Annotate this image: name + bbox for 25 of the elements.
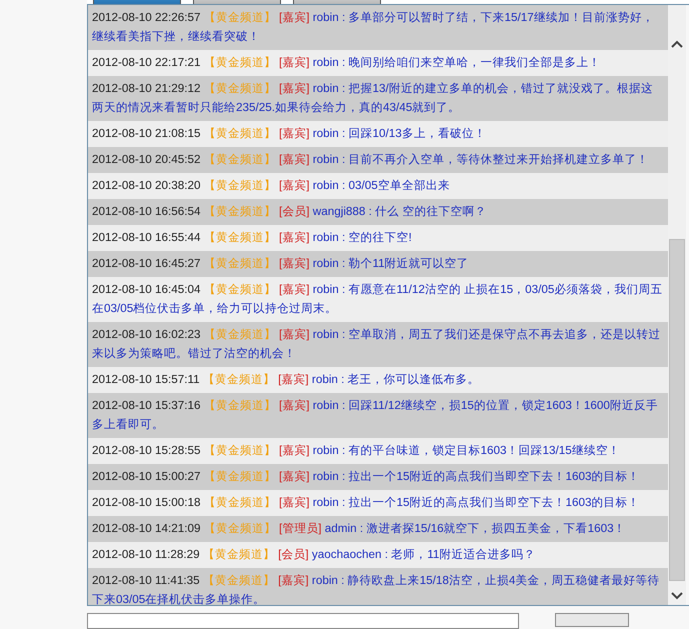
chat-message: 2012-08-10 16:56:54 【黄金频道】 [会员] wangji888 : 什么 空的往下空啊？ [88, 199, 668, 225]
chat-message: 2012-08-10 20:45:52 【黄金频道】 [嘉宾] robin : 目前不再介入空单，等待休整过来开始择机建立多单了！ [88, 147, 668, 173]
chat-message: 2012-08-10 16:45:04 【黄金频道】 [嘉宾] robin : 有愿意在11/12沽空的 止损在15，03/05必须落袋，我们周五在03/05档位伏击多单，给力可以持仓过周末。 [88, 277, 668, 322]
send-button[interactable] [555, 613, 629, 627]
chat-message: 2012-08-10 15:00:27 【黄金频道】 [嘉宾] robin : 拉出一个15附近的高点我们当即空下去！1603的目标！ [88, 464, 668, 490]
message-input[interactable] [87, 613, 519, 629]
chat-message: 2012-08-10 21:29:12 【黄金频道】 [嘉宾] robin : 把握13/附近的建立多单的机会，错过了就没戏了。根据这两天的情况来看暂时只能给235/25.如果待会给力，真的43/45就到了。 [88, 76, 668, 121]
chat-message: 2012-08-10 15:37:16 【黄金频道】 [嘉宾] robin : 回踩11/12继续空，损15的位置，锁定1603！1600附近反手多上看即可。 [88, 393, 668, 438]
chat-message: 2012-08-10 16:55:44 【黄金频道】 [嘉宾] robin : 空的往下空! [88, 225, 668, 251]
chat-message: 2012-08-10 20:38:20 【黄金频道】 [嘉宾] robin : 03/05空单全部出来 [88, 173, 668, 199]
scroll-up-icon[interactable] [670, 39, 684, 49]
chat-message: 2012-08-10 11:41:35 【黄金频道】 [嘉宾] robin : 静待欧盘上来15/18沽空，止损4美金，周五稳健者最好等待下来03/05在择机伏击多单操作。 [88, 568, 668, 605]
chat-message: 2012-08-10 22:26:57 【黄金频道】 [嘉宾] robin : 多单部分可以暂时了结，下来15/17继续加！目前涨势好，继续看美指下挫，继续看突破！ [88, 5, 668, 50]
chat-message: 2012-08-10 14:21:09 【黄金频道】 [管理员] admin : 激进者探15/16就空下，损四五美金，下看1603！ [88, 516, 668, 542]
chat-message: 2012-08-10 11:28:29 【黄金频道】 [会员] yaochaochen : 老师，11附近适合进多吗？ [88, 542, 668, 568]
chat-message: 2012-08-10 15:00:18 【黄金频道】 [嘉宾] robin : 拉出一个15附近的高点我们当即空下去！1603的目标！ [88, 490, 668, 516]
chat-message: 2012-08-10 16:02:23 【黄金频道】 [嘉宾] robin : 空单取消，周五了我们还是保守点不再去追多，还是以转过来以多为策略吧。错过了沽空的机会！ [88, 322, 668, 367]
scroll-down-icon[interactable] [670, 591, 684, 601]
chat-message: 2012-08-10 21:08:15 【黄金频道】 [嘉宾] robin : 回踩10/13多上，看破位！ [88, 121, 668, 147]
chat-message: 2012-08-10 16:45:27 【黄金频道】 [嘉宾] robin : 勒个11附近就可以空了 [88, 251, 668, 277]
scroll-thumb[interactable] [669, 239, 685, 581]
chat-message: 2012-08-10 15:57:11 【黄金频道】 [嘉宾] robin : 老王，你可以逢低布多。 [88, 367, 668, 393]
scrollbar[interactable] [668, 5, 686, 605]
chat-message: 2012-08-10 15:28:55 【黄金频道】 [嘉宾] robin : 有的平台味道，锁定目标1603！回踩13/15继续空！ [88, 438, 668, 464]
chat-message: 2012-08-10 22:17:21 【黄金频道】 [嘉宾] robin : 晚间别给咱们来空单哈，一律我们全部是多上！ [88, 50, 668, 76]
